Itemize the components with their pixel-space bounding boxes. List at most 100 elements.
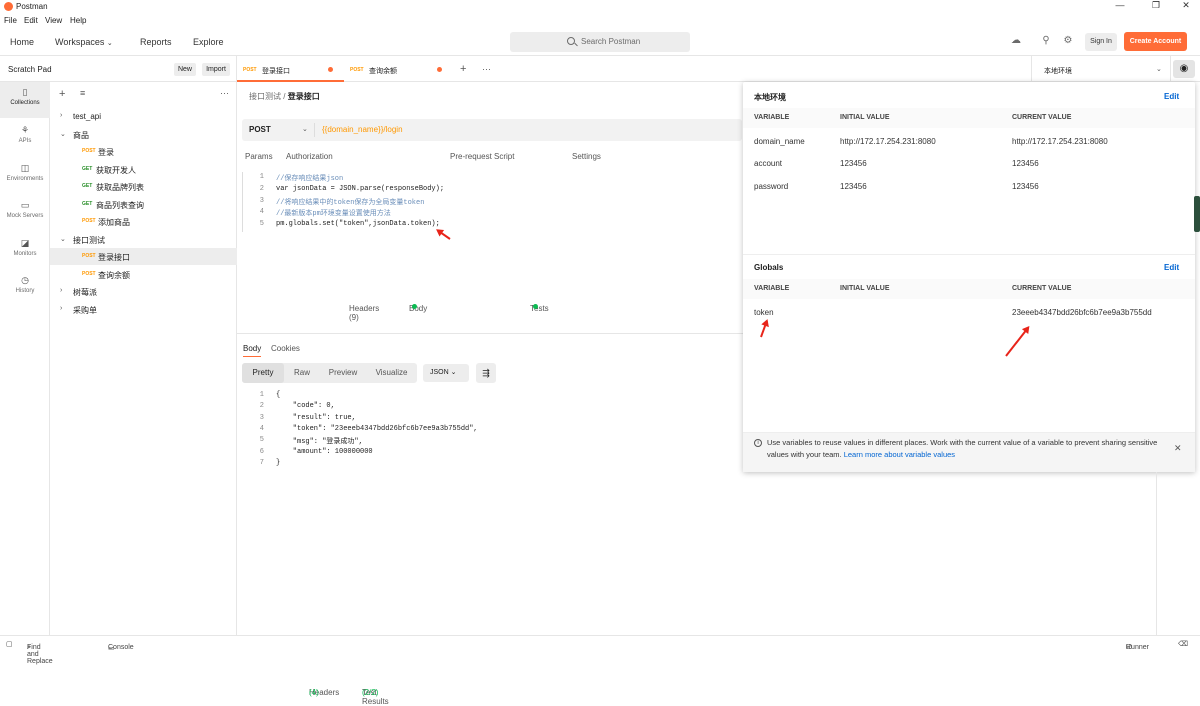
add-tab-icon[interactable]: +: [460, 63, 466, 75]
sign-in-button[interactable]: Sign In: [1085, 33, 1117, 51]
var-initial: http://172.17.254.231:8080: [840, 137, 936, 146]
menu-help[interactable]: Help: [70, 16, 86, 25]
breadcrumb-parent[interactable]: 接口测试: [249, 92, 281, 101]
method-select[interactable]: POST: [249, 125, 271, 134]
search-bar[interactable]: Search Postman: [510, 32, 690, 52]
new-button[interactable]: New: [174, 63, 196, 76]
rail-mock-servers[interactable]: ▭ Mock Servers: [0, 195, 50, 231]
tab-query-balance[interactable]: POST 查询余额: [344, 56, 451, 82]
menu-file[interactable]: File: [4, 16, 17, 25]
chevron-down-icon[interactable]: ⌄: [60, 130, 66, 138]
resp-tab-body[interactable]: Body: [243, 344, 262, 357]
close-icon[interactable]: ✕: [1176, 0, 1196, 11]
environment-quick-look-eye-icon[interactable]: ◉: [1173, 60, 1195, 78]
tree-request[interactable]: POST 添加商品: [50, 213, 237, 230]
rail-collections[interactable]: ▯ Collections: [0, 82, 50, 118]
unsaved-dot-icon: [437, 67, 442, 72]
settings-gear-icon[interactable]: ⚙: [1060, 35, 1076, 49]
learn-more-link[interactable]: Learn more about variable values: [844, 450, 955, 459]
tree-request[interactable]: GET 获取品牌列表: [50, 178, 237, 195]
view-visualize[interactable]: Visualize: [366, 363, 417, 383]
chevron-right-icon[interactable]: ›: [60, 305, 62, 312]
view-raw[interactable]: Raw: [284, 363, 320, 383]
env-edit-button[interactable]: Edit: [1164, 92, 1179, 101]
wrap-lines-icon[interactable]: ⇶: [476, 363, 496, 383]
cloud-icon[interactable]: ☁: [1008, 35, 1024, 49]
breadcrumb-current: 登录接口: [287, 92, 320, 101]
close-notice-icon[interactable]: ✕: [1174, 443, 1182, 454]
tab-headers-label: Headers (9): [349, 304, 380, 322]
tree-request[interactable]: POST 查询余额: [50, 266, 237, 283]
json-line: 5 "msg": "登录成功",: [250, 436, 730, 448]
var-name: account: [754, 159, 783, 168]
tree-folder[interactable]: ⌄ 商品: [50, 126, 237, 143]
json-text: "code": 0,: [276, 402, 335, 411]
nav-explore[interactable]: Explore: [193, 37, 224, 47]
rail-label: Collections: [10, 100, 40, 106]
url-input[interactable]: {{domain_name}}/login: [322, 125, 403, 134]
tree-request[interactable]: POST 登录: [50, 143, 237, 160]
tree-folder[interactable]: ⌄ 接口测试: [50, 231, 237, 248]
chevron-down-icon: ⌄: [302, 126, 308, 133]
sidebar-toggle-icon[interactable]: ▢: [6, 640, 13, 648]
chevron-right-icon[interactable]: ›: [60, 112, 62, 119]
import-button[interactable]: Import: [202, 63, 230, 76]
tab-authorization[interactable]: Authorization: [286, 152, 333, 161]
tab-params[interactable]: Params: [245, 152, 273, 161]
rail-history[interactable]: ◷ History: [0, 270, 50, 306]
format-label: JSON: [430, 369, 449, 376]
title-bar: Postman — ❐ ✕: [0, 0, 1200, 14]
add-collection-icon[interactable]: +: [59, 88, 65, 100]
tree-request[interactable]: GET 获取开发人: [50, 161, 237, 178]
trash-icon[interactable]: ⌫: [1178, 640, 1188, 648]
more-options-icon[interactable]: ···: [220, 88, 229, 98]
nav-reports[interactable]: Reports: [140, 37, 172, 47]
rail-apis[interactable]: ⚘ APIs: [0, 120, 50, 156]
tree-folder[interactable]: › 树莓派: [50, 283, 237, 300]
create-account-button[interactable]: Create Account: [1124, 32, 1187, 51]
code-line: 2 var jsonData = JSON.parse(responseBody)…: [250, 185, 730, 197]
menu-view[interactable]: View: [45, 16, 62, 25]
url-divider: [314, 123, 315, 137]
tab-more-icon[interactable]: ···: [482, 64, 491, 74]
filter-icon[interactable]: ≡: [80, 88, 85, 98]
side-handle[interactable]: [1194, 196, 1200, 232]
chevron-right-icon[interactable]: ›: [60, 287, 62, 294]
postman-logo-icon: [4, 2, 13, 11]
json-text: {: [276, 391, 281, 399]
tree-request-name: 获取品牌列表: [96, 183, 144, 192]
tree-request[interactable]: POST 登录接口: [50, 248, 237, 265]
tree-folder-name: 采购单: [73, 305, 97, 315]
satellite-icon[interactable]: ⚲: [1038, 35, 1054, 49]
view-preview[interactable]: Preview: [320, 363, 366, 383]
json-line: 6 "amount": 100000000: [250, 448, 730, 460]
tree-method: POST: [82, 218, 96, 224]
environment-selector[interactable]: 本地环境 ⌄: [1031, 56, 1171, 82]
rail-monitors[interactable]: ◪ Monitors: [0, 233, 50, 269]
maximize-icon[interactable]: ❐: [1146, 0, 1166, 11]
nav-home[interactable]: Home: [10, 37, 34, 47]
tree-folder[interactable]: › 采购单: [50, 301, 237, 318]
line-number: 7: [259, 458, 264, 467]
tab-login[interactable]: POST 登录接口: [237, 56, 344, 82]
chevron-down-icon[interactable]: ⌄: [60, 235, 66, 243]
tree-folder[interactable]: › test_api: [50, 108, 237, 125]
globals-edit-button[interactable]: Edit: [1164, 263, 1179, 272]
minimize-icon[interactable]: —: [1110, 0, 1130, 10]
json-line: 2 "code": 0,: [250, 402, 730, 414]
menu-edit[interactable]: Edit: [24, 16, 38, 25]
rail-environments[interactable]: ◫ Environments: [0, 158, 50, 194]
environment-quick-look-panel: 本地环境 Edit VARIABLE INITIAL VALUE CURRENT…: [743, 82, 1195, 472]
tree-request[interactable]: GET 商品列表查询: [50, 196, 237, 213]
tab-settings[interactable]: Settings: [572, 152, 601, 161]
pane-divider[interactable]: [237, 333, 743, 334]
format-select[interactable]: JSON ⌄: [423, 364, 469, 382]
tree-folder-name: 商品: [73, 130, 89, 140]
find-label: Find and Replace: [27, 644, 53, 665]
view-pretty[interactable]: Pretty: [242, 363, 284, 383]
nav-workspaces[interactable]: Workspaces ⌄: [55, 37, 113, 47]
resp-tab-cookies[interactable]: Cookies: [271, 344, 300, 353]
var-initial: 123456: [840, 182, 867, 191]
tab-pre-request-script[interactable]: Pre-request Script: [450, 152, 514, 161]
rail-label: Monitors: [13, 251, 37, 257]
